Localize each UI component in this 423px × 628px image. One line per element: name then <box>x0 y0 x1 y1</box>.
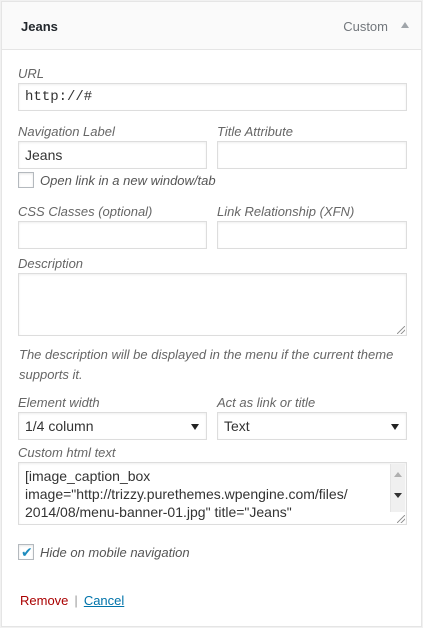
checkmark-icon: ✔ <box>21 544 33 560</box>
element-width-select[interactable]: 1/4 column <box>18 412 207 440</box>
actions-separator: | <box>74 593 78 608</box>
new-window-label: Open link in a new window/tab <box>40 173 216 188</box>
custom-html-line: [image_caption_box <box>25 468 151 484</box>
dropdown-arrow-icon <box>191 424 199 430</box>
description-help-text: The description will be displayed in the… <box>19 347 394 382</box>
new-window-checkbox[interactable] <box>18 172 34 188</box>
scroll-up-icon[interactable] <box>394 472 402 477</box>
custom-html-label: Custom html text <box>18 445 116 460</box>
item-actions: Remove | Cancel <box>20 593 124 608</box>
link-rel-label: Link Relationship (XFN) <box>217 204 355 219</box>
url-input[interactable]: http://# <box>18 83 407 111</box>
title-attr-input[interactable] <box>217 141 407 169</box>
resize-handle-icon[interactable] <box>397 515 405 523</box>
remove-link[interactable]: Remove <box>20 593 68 608</box>
dropdown-arrow-icon <box>391 424 399 430</box>
title-attr-label: Title Attribute <box>217 124 293 139</box>
collapse-toggle-icon[interactable] <box>401 22 409 28</box>
textarea-scrollbar[interactable] <box>390 464 405 512</box>
resize-handle-icon[interactable] <box>397 326 405 334</box>
description-textarea[interactable] <box>18 273 407 336</box>
act-as-label: Act as link or title <box>217 395 316 410</box>
menu-item-header[interactable]: Jeans Custom <box>2 2 421 50</box>
description-label: Description <box>18 256 84 271</box>
css-classes-input[interactable] <box>18 221 207 249</box>
act-as-select[interactable]: Text <box>217 412 407 440</box>
css-classes-label: CSS Classes (optional) <box>18 204 153 219</box>
element-width-value: 1/4 column <box>25 418 94 434</box>
scroll-down-icon[interactable] <box>394 493 402 498</box>
custom-html-textarea[interactable]: [image_caption_box image="http://trizzy.p… <box>18 462 407 525</box>
url-label: URL <box>18 66 45 81</box>
hide-mobile-checkbox[interactable]: ✔ <box>18 544 34 560</box>
menu-item-title: Jeans <box>21 19 58 34</box>
hide-mobile-label: Hide on mobile navigation <box>40 545 190 560</box>
custom-html-line: 2014/08/menu-banner-01.jpg" title="Jeans… <box>25 504 292 520</box>
custom-html-content: [image_caption_box image="http://trizzy.p… <box>25 467 388 521</box>
menu-item-type: Custom <box>343 19 388 34</box>
custom-html-line: image="http://trizzy.purethemes.wpengine… <box>25 486 348 502</box>
link-rel-input[interactable] <box>217 221 407 249</box>
nav-label-input[interactable]: Jeans <box>18 141 207 169</box>
cancel-link[interactable]: Cancel <box>84 593 124 608</box>
nav-label-label: Navigation Label <box>18 124 115 139</box>
menu-item-panel: Jeans Custom URL http://# Navigation Lab… <box>1 1 422 627</box>
act-as-value: Text <box>224 418 250 434</box>
element-width-label: Element width <box>18 395 100 410</box>
